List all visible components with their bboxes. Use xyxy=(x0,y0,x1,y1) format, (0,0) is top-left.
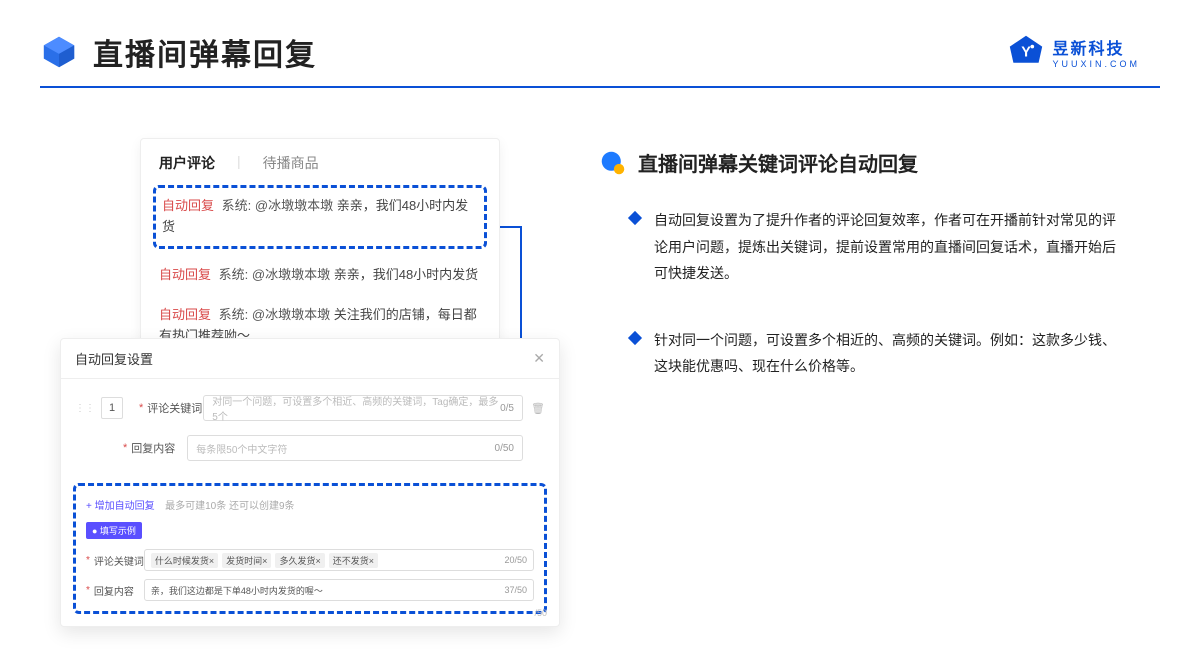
auto-reply-settings-card: 自动回复设置 ✕ ⋮⋮ 1 * 评论关键词 对同一个问题，可设置多个相近、高频的… xyxy=(60,338,560,627)
comment-item: 自动回复 系统: @冰墩墩本墩 亲亲，我们48小时内发货 xyxy=(141,255,499,296)
delete-icon[interactable]: 🗑 xyxy=(531,402,545,415)
tab-pending-products[interactable]: 待播商品 xyxy=(263,153,319,173)
feature-title-row: 直播间弹幕关键词评论自动回复 xyxy=(600,148,1120,177)
slide-header: 直播间弹幕回复 Y 昱新科技 YUUXIN.COM xyxy=(0,0,1180,74)
comment-text: 亲亲，我们48小时内发货 xyxy=(334,267,478,282)
auto-reply-label: 自动回复 xyxy=(159,267,211,282)
content-input[interactable]: 每条限50个中文字符 0/50 xyxy=(187,435,523,461)
comment-item: 自动回复 系统: @冰墩墩本墩 亲亲，我们48小时内发货 xyxy=(162,196,478,238)
bullet-text: 自动回复设置为了提升作者的评论回复效率，作者可在开播前针对常见的评论用户问题，提… xyxy=(654,207,1120,287)
drag-handle-icon[interactable]: ⋮⋮ xyxy=(75,403,95,414)
cube-icon xyxy=(40,33,78,71)
chat-bubble-icon xyxy=(600,150,626,176)
keyword-chip[interactable]: 多久发货× xyxy=(275,553,324,568)
example-keyword-count: 20/50 xyxy=(504,555,527,565)
add-note: 最多可建10条 还可以创建9条 xyxy=(165,501,294,512)
highlighted-comment: 自动回复 系统: @冰墩墩本墩 亲亲，我们48小时内发货 xyxy=(153,185,487,249)
example-keyword-input[interactable]: 什么时候发货× 发货时间× 多久发货× 还不发货× 20/50 xyxy=(144,549,534,571)
required-star: * xyxy=(86,585,90,596)
diamond-icon xyxy=(628,211,642,225)
bottom-count: /50 xyxy=(534,608,547,618)
rule-number: 1 xyxy=(101,397,123,419)
keyword-chip[interactable]: 还不发货× xyxy=(329,553,378,568)
feature-title: 直播间弹幕关键词评论自动回复 xyxy=(638,148,918,177)
close-icon[interactable]: ✕ xyxy=(533,350,545,367)
logo-badge-icon: Y xyxy=(1008,34,1044,70)
example-tag: ● 填写示例 xyxy=(86,522,142,539)
required-star: * xyxy=(86,555,90,566)
keyword-label: 评论关键词 xyxy=(147,400,203,416)
brand-logo: Y 昱新科技 YUUXIN.COM xyxy=(1008,34,1140,70)
connector-line xyxy=(500,226,520,228)
content-label: 回复内容 xyxy=(131,440,187,456)
example-content-count: 37/50 xyxy=(504,585,527,595)
keyword-input[interactable]: 对同一个问题，可设置多个相近、高频的关键词，Tag确定，最多5个 0/5 xyxy=(203,395,523,421)
settings-header: 自动回复设置 ✕ xyxy=(61,339,559,379)
right-column: 直播间弹幕关键词评论自动回复 自动回复设置为了提升作者的评论回复效率，作者可在开… xyxy=(600,138,1120,420)
at-user: @冰墩墩本墩 xyxy=(252,267,330,282)
example-content-value: 亲，我们这边都是下单48小时内发货的喔～ xyxy=(151,584,323,597)
comment-card: 用户评论 | 待播商品 自动回复 系统: @冰墩墩本墩 亲亲，我们48小时内发货… xyxy=(140,138,500,368)
diamond-icon xyxy=(628,331,642,345)
auto-reply-label: 自动回复 xyxy=(159,307,211,322)
at-user: @冰墩墩本墩 xyxy=(252,307,330,322)
logo-text-en: YUUXIN.COM xyxy=(1052,59,1140,69)
at-user: @冰墩墩本墩 xyxy=(255,198,333,213)
tab-separator: | xyxy=(237,153,241,173)
keyword-count: 0/5 xyxy=(500,403,514,414)
keyword-chip[interactable]: 什么时候发货× xyxy=(151,553,218,568)
example-keyword-label: 评论关键词 xyxy=(94,553,144,568)
bullet-item: 自动回复设置为了提升作者的评论回复效率，作者可在开播前针对常见的评论用户问题，提… xyxy=(630,207,1120,287)
keyword-placeholder: 对同一个问题，可设置多个相近、高频的关键词，Tag确定，最多5个 xyxy=(212,393,500,423)
system-label: 系统: xyxy=(219,307,249,322)
svg-text:Y: Y xyxy=(1022,45,1032,61)
content-row: * 回复内容 每条限50个中文字符 0/50 🗑 xyxy=(75,435,545,461)
auto-reply-label: 自动回复 xyxy=(162,198,214,213)
content-count: 0/50 xyxy=(495,443,514,454)
keyword-row: ⋮⋮ 1 * 评论关键词 对同一个问题，可设置多个相近、高频的关键词，Tag确定… xyxy=(75,395,545,421)
left-column: 用户评论 | 待播商品 自动回复 系统: @冰墩墩本墩 亲亲，我们48小时内发货… xyxy=(60,138,560,420)
example-content-label: 回复内容 xyxy=(94,583,144,598)
example-content-row: * 回复内容 亲，我们这边都是下单48小时内发货的喔～ 37/50 xyxy=(86,579,534,601)
example-box: + 增加自动回复 最多可建10条 还可以创建9条 ● 填写示例 * 评论关键词 … xyxy=(73,483,547,614)
bullet-text: 针对同一个问题，可设置多个相近的、高频的关键词。例如：这款多少钱、这块能优惠吗、… xyxy=(654,327,1120,380)
add-auto-reply-link[interactable]: + 增加自动回复 xyxy=(86,501,155,512)
bullet-item: 针对同一个问题，可设置多个相近的、高频的关键词。例如：这款多少钱、这块能优惠吗、… xyxy=(630,327,1120,380)
required-star: * xyxy=(139,402,143,414)
keyword-chip[interactable]: 发货时间× xyxy=(222,553,271,568)
system-label: 系统: xyxy=(219,267,249,282)
tab-user-comments[interactable]: 用户评论 xyxy=(159,153,215,173)
comment-tabs: 用户评论 | 待播商品 xyxy=(141,139,499,183)
settings-title: 自动回复设置 xyxy=(75,349,153,368)
page-title: 直播间弹幕回复 xyxy=(93,30,317,74)
example-content-input[interactable]: 亲，我们这边都是下单48小时内发货的喔～ 37/50 xyxy=(144,579,534,601)
required-star: * xyxy=(123,442,127,454)
logo-text-cn: 昱新科技 xyxy=(1052,35,1140,59)
system-label: 系统: xyxy=(222,198,252,213)
example-keyword-row: * 评论关键词 什么时候发货× 发货时间× 多久发货× 还不发货× 20/50 xyxy=(86,549,534,571)
content-placeholder: 每条限50个中文字符 xyxy=(196,441,287,456)
